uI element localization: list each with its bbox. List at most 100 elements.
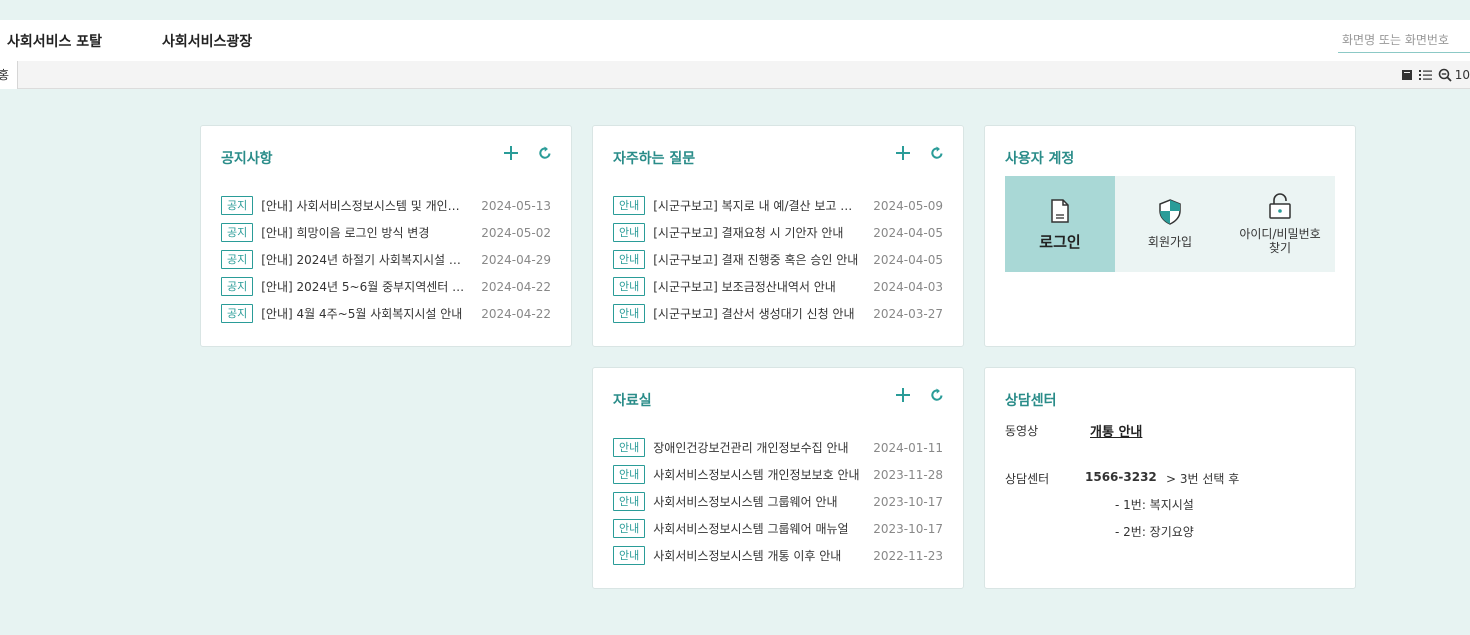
video-guide-link[interactable]: 개통 안내 xyxy=(1090,421,1142,440)
login-button[interactable]: 로그인 xyxy=(1005,176,1115,272)
list-view-icon[interactable] xyxy=(1418,69,1432,81)
badge: 공지 xyxy=(221,304,254,323)
item-title[interactable]: 사회서비스정보시스템 개인정보보호 안내 xyxy=(653,466,861,483)
badge: 안내 xyxy=(613,223,646,242)
find-label: 아이디/비밀번호 찾기 xyxy=(1239,227,1320,255)
badge: 안내 xyxy=(613,546,646,565)
item-title[interactable]: [시군구보고] 복지로 내 예/결산 보고 안내 xyxy=(653,197,861,214)
list-item[interactable]: 안내 사회서비스정보시스템 그룹웨어 안내 2023-10-17 xyxy=(613,488,943,515)
list-item[interactable]: 안내 장애인건강보건관리 개인정보수집 안내 2024-01-11 xyxy=(613,434,943,461)
faq-title: 자주하는 질문 xyxy=(613,151,696,167)
item-date: 2024-05-02 xyxy=(481,225,551,240)
list-item[interactable]: 안내 [시군구보고] 결재 진행중 혹은 승인 안내 2024-04-05 xyxy=(613,246,943,273)
phone-instruction: > 3번 선택 후 xyxy=(1166,472,1240,486)
option-longterm-care: - 2번: 장기요양 xyxy=(1115,525,1194,539)
item-title[interactable]: [시군구보고] 결산서 생성대기 신청 안내 xyxy=(653,305,861,322)
list-item[interactable]: 안내 사회서비스정보시스템 개인정보보호 안내 2023-11-28 xyxy=(613,461,943,488)
item-title[interactable]: [안내] 2024년 하절기 사회복지시설 안내 xyxy=(261,251,469,268)
badge: 공지 xyxy=(221,277,254,296)
item-title[interactable]: [시군구보고] 결재요청 시 기안자 안내 xyxy=(653,224,861,241)
item-date: 2023-10-17 xyxy=(873,494,943,509)
notice-card: 공지사항 공지 [안내] 사회서비스정보시스템 및 개인정보보호 안내 2024-0… xyxy=(200,125,572,347)
list-item[interactable]: 공지 [안내] 4월 4주~5월 사회복지시설 안내 2024-04-22 xyxy=(221,300,551,327)
refresh-icon[interactable] xyxy=(929,387,945,403)
find-id-password-button[interactable]: 아이디/비밀번호 찾기 xyxy=(1225,176,1335,272)
zoom-level: 10 xyxy=(1454,68,1470,82)
list-item[interactable]: 안내 사회서비스정보시스템 그룹웨어 매뉴얼 2023-10-17 xyxy=(613,515,943,542)
list-item[interactable]: 안내 [시군구보고] 보조금정산내역서 안내 2024-04-03 xyxy=(613,273,943,300)
list-item[interactable]: 공지 [안내] 2024년 하절기 사회복지시설 안내 2024-04-29 xyxy=(221,246,551,273)
refresh-icon[interactable] xyxy=(929,145,945,161)
tab-bar: 홍 10 xyxy=(0,61,1470,89)
refresh-icon[interactable] xyxy=(537,145,553,161)
login-label: 로그인 xyxy=(1039,233,1081,251)
item-title[interactable]: [안내] 사회서비스정보시스템 및 개인정보보호 안내 xyxy=(261,197,469,214)
tab-home[interactable]: 홍 xyxy=(0,61,18,89)
item-date: 2024-04-05 xyxy=(873,252,943,267)
list-item[interactable]: 공지 [안내] 희망이음 로그인 방식 변경 2024-05-02 xyxy=(221,219,551,246)
badge: 안내 xyxy=(613,250,646,269)
item-date: 2024-04-22 xyxy=(481,306,551,321)
plus-icon[interactable] xyxy=(895,387,911,403)
item-date: 2024-01-11 xyxy=(873,440,943,455)
screen-search-input[interactable] xyxy=(1338,27,1470,53)
badge: 공지 xyxy=(221,196,254,215)
list-item[interactable]: 안내 [시군구보고] 복지로 내 예/결산 보고 안내 2024-05-09 xyxy=(613,192,943,219)
option-welfare: - 1번: 복지시설 xyxy=(1115,498,1194,512)
badge: 안내 xyxy=(613,492,646,511)
item-date: 2024-04-05 xyxy=(873,225,943,240)
item-date: 2023-10-17 xyxy=(873,521,943,536)
item-title[interactable]: 장애인건강보건관리 개인정보수집 안내 xyxy=(653,439,861,456)
badge: 안내 xyxy=(613,519,646,538)
list-item[interactable]: 공지 [안내] 2024년 5~6월 중부지역센터 안내 2024-04-22 xyxy=(221,273,551,300)
list-item[interactable]: 안내 [시군구보고] 결재요청 시 기안자 안내 2024-04-05 xyxy=(613,219,943,246)
plaza-title[interactable]: 사회서비스광장 xyxy=(162,31,252,51)
archive-title: 자료실 xyxy=(613,393,652,409)
item-title[interactable]: [시군구보고] 보조금정산내역서 안내 xyxy=(653,278,861,295)
list-item[interactable]: 안내 사회서비스정보시스템 개통 이후 안내 2022-11-23 xyxy=(613,542,943,569)
item-title[interactable]: [안내] 희망이음 로그인 방식 변경 xyxy=(261,224,469,241)
list-item[interactable]: 공지 [안내] 사회서비스정보시스템 및 개인정보보호 안내 2024-05-13 xyxy=(221,192,551,219)
item-title[interactable]: [안내] 2024년 5~6월 중부지역센터 안내 xyxy=(261,278,469,295)
phone-number: 1566-3232 xyxy=(1085,470,1157,484)
badge: 안내 xyxy=(613,277,646,296)
item-title[interactable]: [안내] 4월 4주~5월 사회복지시설 안내 xyxy=(261,305,469,322)
badge: 안내 xyxy=(613,304,646,323)
badge: 안내 xyxy=(613,196,646,215)
notice-title: 공지사항 xyxy=(221,151,273,167)
plus-icon[interactable] xyxy=(895,145,911,161)
item-title[interactable]: 사회서비스정보시스템 개통 이후 안내 xyxy=(653,547,861,564)
item-title[interactable]: 사회서비스정보시스템 그룹웨어 매뉴얼 xyxy=(653,520,861,537)
notice-actions xyxy=(503,145,553,161)
video-label: 동영상 xyxy=(1005,424,1039,438)
archive-actions xyxy=(895,387,945,403)
view-tools: 10 xyxy=(1401,61,1470,89)
portal-title[interactable]: 사회서비스 포탈 xyxy=(7,31,102,51)
item-date: 2024-03-27 xyxy=(873,306,943,321)
document-icon xyxy=(1051,199,1069,223)
list-item[interactable]: 안내 [시군구보고] 결산서 생성대기 신청 안내 2024-03-27 xyxy=(613,300,943,327)
item-date: 2024-04-22 xyxy=(481,279,551,294)
plus-icon[interactable] xyxy=(503,145,519,161)
consult-title: 상담센터 xyxy=(1005,393,1057,409)
badge: 안내 xyxy=(613,465,646,484)
item-title[interactable]: 사회서비스정보시스템 그룹웨어 안내 xyxy=(653,493,861,510)
item-date: 2022-11-23 xyxy=(873,548,943,563)
consult-card: 상담센터 동영상 개통 안내 상담센터 1566-3232 > 3번 선택 후 … xyxy=(984,367,1356,589)
archive-card: 자료실 안내 장애인건강보건관리 개인정보수집 안내 2024-01-11 안내 사회… xyxy=(592,367,964,589)
notice-list: 공지[안내] 사회서비스정보시스템 및 개인정보보호 안내2024-05-13 … xyxy=(221,192,551,327)
item-date: 2024-04-29 xyxy=(481,252,551,267)
item-date: 2023-11-28 xyxy=(873,467,943,482)
item-date: 2024-04-03 xyxy=(873,279,943,294)
center-label: 상담센터 xyxy=(1005,472,1050,486)
grid-view-icon[interactable] xyxy=(1401,69,1413,81)
zoom-control[interactable]: 10 xyxy=(1438,68,1470,82)
top-bar: 사회서비스 포탈 사회서비스광장 xyxy=(0,20,1470,61)
find-label-line1: 아이디/비밀번호 xyxy=(1239,227,1321,241)
signup-button[interactable]: 회원가입 xyxy=(1115,176,1225,272)
badge: 공지 xyxy=(221,250,254,269)
item-title[interactable]: [시군구보고] 결재 진행중 혹은 승인 안내 xyxy=(653,251,861,268)
faq-list: 안내 [시군구보고] 복지로 내 예/결산 보고 안내 2024-05-09 안내 [… xyxy=(613,192,943,327)
zoom-out-icon xyxy=(1438,68,1452,82)
find-label-line2: 찾기 xyxy=(1268,241,1292,255)
